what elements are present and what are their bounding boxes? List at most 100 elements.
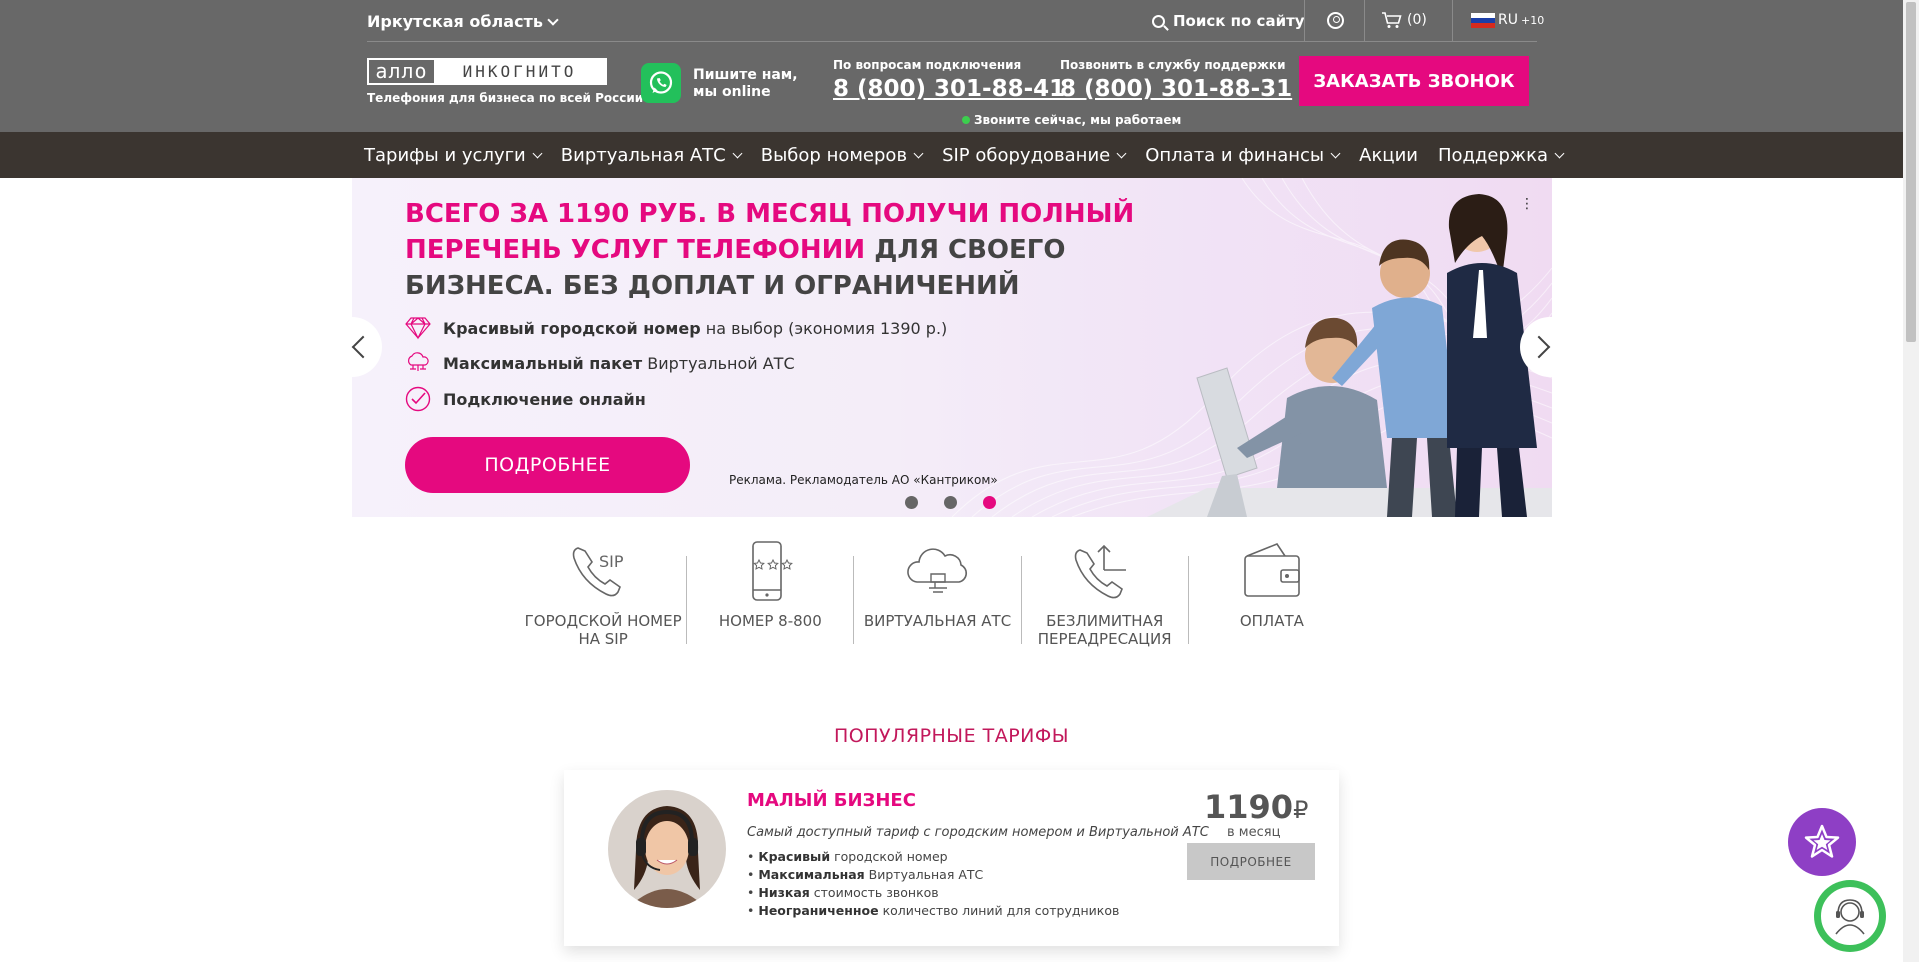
- service-payment[interactable]: ОПЛАТА: [1189, 540, 1355, 660]
- online-status: Звоните сейчас, мы работаем: [962, 113, 1181, 127]
- chevron-right-icon: [1527, 335, 1551, 359]
- tariff-price-value: 1190: [1204, 788, 1294, 826]
- service-label: БЕЗЛИМИТНАЯ ПЕРЕАДРЕСАЦИЯ: [1037, 612, 1172, 648]
- tariff-feature: • Неограниченное количество линий для со…: [747, 903, 1120, 918]
- service-label: ГОРОДСКОЙ НОМЕР НА SIP: [524, 612, 682, 648]
- divider: [1364, 0, 1365, 42]
- service-call-forwarding[interactable]: БЕЗЛИМИТНАЯ ПЕРЕАДРЕСАЦИЯ: [1022, 540, 1188, 660]
- nav-item-label: Оплата и финансы: [1145, 144, 1325, 166]
- service-sip-number[interactable]: SIP ГОРОДСКОЙ НОМЕР НА SIP: [520, 540, 686, 660]
- slider-dot[interactable]: [905, 496, 918, 509]
- nav-item-label: Поддержка: [1437, 144, 1549, 166]
- service-8800[interactable]: НОМЕР 8-800: [687, 540, 853, 660]
- service-label: НОМЕР 8-800: [718, 612, 822, 630]
- banner-feature-pbx: Максимальный пакет Виртуальной АТС: [405, 351, 795, 375]
- mobile-rating-icon: [752, 541, 794, 601]
- promo-banner: ВСЕГО ЗА 1190 РУБ. В МЕСЯЦ ПОЛУЧИ ПОЛНЫЙ…: [352, 178, 1552, 517]
- site-search-button[interactable]: Поиск по сайту: [1152, 12, 1305, 30]
- nav-item-label: Выбор номеров: [760, 144, 908, 166]
- tariff-description: Самый доступный тариф с городским номеро…: [747, 825, 1209, 840]
- feature-pbx-bold: Максимальный пакет: [443, 353, 643, 373]
- feature-pbx-rest: Виртуальной АТС: [642, 353, 795, 373]
- nav-item[interactable]: Оплата и финансы: [1145, 144, 1341, 166]
- nav-item[interactable]: Акции: [1359, 145, 1418, 166]
- russia-flag-icon: [1471, 12, 1495, 28]
- nav-item[interactable]: Выбор номеров: [760, 144, 924, 166]
- popular-tariffs-title: ПОПУЛЯРНЫЕ ТАРИФЫ: [833, 725, 1070, 747]
- currency-symbol: ₽: [1293, 796, 1309, 824]
- services-bar: SIP ГОРОДСКОЙ НОМЕР НА SIP НОМЕР 8-800 В…: [520, 540, 1355, 660]
- support-phone-label: Позвонить в службу поддержки: [1060, 58, 1286, 72]
- sales-phone-link[interactable]: 8 (800) 301-88-41: [833, 76, 1065, 102]
- tariff-details-button[interactable]: ПОДРОБНЕЕ: [1187, 843, 1315, 880]
- site-logo[interactable]: алло ИНКОГНИТО: [367, 58, 607, 85]
- cart-button[interactable]: (0): [1381, 11, 1427, 29]
- slider-dots: [905, 496, 996, 509]
- slider-dot[interactable]: [944, 496, 957, 509]
- site-header: Иркутская область Поиск по сайту (0) RU …: [0, 0, 1903, 132]
- nav-item[interactable]: Тарифы и услуги: [364, 145, 543, 166]
- feature-number-bold: Красивый городской номер: [443, 318, 701, 338]
- chevron-down-icon: [532, 148, 543, 158]
- reviews-fab-button[interactable]: [1788, 808, 1856, 876]
- tariff-name[interactable]: МАЛЫЙ БИЗНЕС: [747, 790, 916, 811]
- tariff-price: 1190₽: [1204, 788, 1308, 826]
- language-extra-count: +10: [1520, 13, 1545, 27]
- call-forward-icon: [1074, 544, 1126, 599]
- order-call-button[interactable]: ЗАКАЗАТЬ ЗВОНОК: [1299, 56, 1529, 106]
- chevron-down-icon: [1116, 148, 1127, 158]
- online-status-text: Звоните сейчас, мы работаем: [974, 113, 1182, 127]
- search-label: Поиск по сайту: [1173, 12, 1305, 30]
- main-navigation: Тарифы и услуги Виртуальная АТС Выбор номе…: [0, 132, 1903, 178]
- region-label: Иркутская область: [367, 12, 543, 31]
- banner-details-button[interactable]: ПОДРОБНЕЕ: [405, 437, 690, 493]
- nav-item-label: Акции: [1359, 144, 1418, 166]
- tariff-card: МАЛЫЙ БИЗНЕС Самый доступный тариф с гор…: [564, 770, 1339, 946]
- scrollbar-thumb[interactable]: [1906, 2, 1916, 342]
- tariff-feature: • Красивый городской номер: [747, 849, 948, 864]
- divider: [1304, 0, 1305, 42]
- whatsapp-text[interactable]: Пишите нам, мы online: [693, 67, 803, 101]
- cart-icon: [1382, 12, 1402, 28]
- nav-items: Тарифы и услуги Виртуальная АТС Выбор номе…: [364, 132, 1583, 178]
- diamond-icon: [405, 317, 431, 340]
- support-chat-fab-button[interactable]: [1814, 880, 1886, 952]
- ad-disclaimer: Реклама. Рекламодатель АО «Кантриком»: [729, 473, 998, 487]
- banner-feature-number: Красивый городской номер на выбор (эконо…: [405, 316, 947, 340]
- check-circle-icon: [405, 386, 431, 412]
- wallet-icon: [1244, 543, 1300, 597]
- logo-text-right: ИНКОГНИТО: [434, 60, 605, 83]
- tariff-feature-bold: Красивый: [758, 849, 831, 864]
- nav-item[interactable]: Поддержка: [1437, 144, 1565, 166]
- tariff-feature: • Максимальная Виртуальная АТС: [747, 867, 984, 882]
- banner-more-icon[interactable]: [1520, 196, 1534, 214]
- slider-dot[interactable]: [983, 496, 996, 509]
- service-label: ОПЛАТА: [1239, 612, 1304, 630]
- nav-item[interactable]: SIP оборудование: [942, 145, 1127, 166]
- service-label: ВИРТУАЛЬНАЯ АТС: [863, 612, 1012, 630]
- chevron-down-icon: [913, 148, 924, 158]
- operator-photo: [608, 790, 726, 908]
- cloud-network-icon: [408, 352, 429, 371]
- tariff-feature-rest: количество линий для сотрудников: [878, 903, 1120, 918]
- star-icon: [1804, 824, 1840, 858]
- office-people-photo: [1147, 194, 1552, 517]
- language-selector[interactable]: RU +10: [1471, 12, 1544, 28]
- region-selector[interactable]: Иркутская область: [367, 12, 559, 31]
- sip-phone-icon: SIP: [572, 547, 624, 597]
- support-phone-link[interactable]: 8 (800) 301-88-31: [1060, 76, 1292, 102]
- page-scrollbar[interactable]: [1903, 0, 1919, 962]
- header-top-row: Иркутская область Поиск по сайту (0) RU …: [367, 0, 1544, 42]
- nav-item-label: Виртуальная АТС: [560, 144, 726, 166]
- user-icon[interactable]: [1327, 12, 1344, 29]
- nav-item[interactable]: Виртуальная АТС: [560, 144, 743, 166]
- chevron-down-icon: [1330, 148, 1341, 158]
- tariff-feature: • Низкая стоимость звонков: [747, 885, 939, 900]
- whatsapp-icon[interactable]: [641, 63, 681, 103]
- tariff-feature-bold: Неограниченное: [758, 903, 879, 918]
- service-virtual-pbx[interactable]: ВИРТУАЛЬНАЯ АТС: [854, 540, 1020, 660]
- search-icon: [1152, 14, 1165, 28]
- sales-phone-label: По вопросам подключения: [833, 58, 1022, 72]
- svg-text:SIP: SIP: [599, 552, 624, 571]
- chevron-down-icon: [1554, 148, 1565, 158]
